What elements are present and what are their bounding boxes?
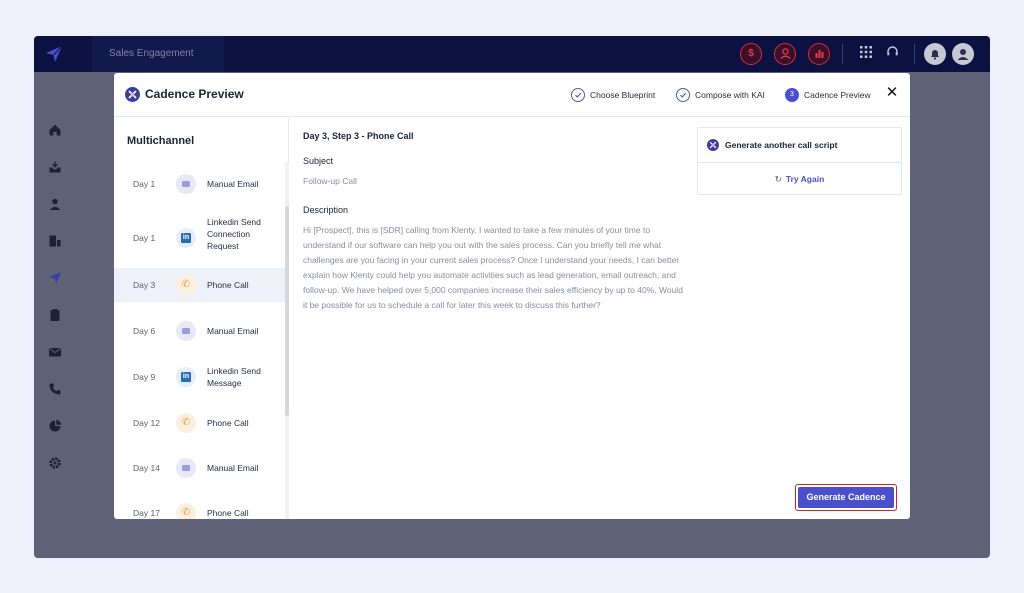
step-label: Compose with KAI [695,90,765,100]
inbox-icon[interactable] [48,160,62,174]
grid-icon[interactable] [856,44,876,64]
day-label: Day 17 [133,508,160,518]
phone-icon: ✆ [176,275,196,295]
company-icon[interactable] [48,234,62,248]
description-text: Hi [Prospect], this is [SDR] calling fro… [303,225,683,310]
step-label: Cadence Preview [804,90,871,100]
step-type-label: Phone Call [207,418,249,428]
send-icon[interactable] [48,271,62,285]
card-title: Generate another call script [725,140,838,150]
mail-icon [176,458,196,478]
step-type-label: Manual Email [207,179,259,189]
step-compose-with-kai[interactable]: Compose with KAI [676,87,765,103]
check-circle-icon [571,87,585,102]
step-number: 3 [785,87,799,102]
call-script-card: Generate another call script ↻ Try Again [697,127,902,195]
step-type-label: Linkedin Send Message [207,366,261,388]
phone-icon: ✆ [176,413,196,433]
list-item[interactable]: Day 6 Manual Email [114,314,285,348]
step-title: Day 3, Step 3 - Phone Call [303,131,414,141]
check-circle-icon [676,87,690,102]
step-type-label: Phone Call [207,280,249,290]
step-type-label: Phone Call [207,508,249,518]
kai-logo-icon [125,87,140,102]
divider [914,44,915,64]
avatar-icon[interactable] [952,43,974,65]
top-bar: Sales Engagement $ [34,36,990,72]
generate-cadence-button[interactable]: Generate Cadence [798,487,894,508]
dollar-icon[interactable]: $ [740,43,762,65]
task-icon[interactable] [48,308,62,322]
day-label: Day 1 [133,179,156,189]
report-icon[interactable] [48,419,62,433]
multichannel-panel: Multichannel Day 1 Manual Email Day 1 Li… [114,118,289,519]
list-item[interactable]: Day 1 Manual Email [114,164,285,204]
list-item[interactable]: Day 17 ✆ Phone Call [114,498,285,519]
step-choose-blueprint[interactable]: Choose Blueprint [571,87,655,103]
step-type-label: Manual Email [207,463,259,473]
list-item[interactable]: Day 12 ✆ Phone Call [114,406,285,440]
bell-icon[interactable] [924,43,946,65]
list-item[interactable]: Day 9 Linkedin Send Message [114,356,285,400]
list-item[interactable]: Day 1 Linkedin Send Connection Request [114,208,285,268]
subject-label: Subject [303,156,334,166]
app-logo-icon[interactable] [44,44,64,64]
list-item-active[interactable]: Day 3 ✆ Phone Call [114,268,285,302]
day-label: Day 1 [133,233,156,243]
mail-icon [176,174,196,194]
phone-icon: ✆ [176,503,196,519]
user-icon[interactable] [774,43,796,65]
description-label: Description [303,205,349,215]
scrollbar-thumb[interactable] [285,206,289,416]
panel-heading: Multichannel [127,135,195,147]
mail-icon[interactable] [48,345,62,359]
try-again-button[interactable]: ↻ Try Again [698,174,901,185]
home-icon[interactable] [48,123,62,137]
modal-title: Cadence Preview [145,87,244,101]
chart-icon[interactable] [808,43,830,65]
kai-logo-icon [707,139,719,151]
step-label: Choose Blueprint [590,90,656,100]
step-type-label: Linkedin Send Connection Request [207,217,261,251]
mail-icon [176,321,196,341]
headset-icon[interactable] [882,44,902,64]
settings-icon[interactable] [48,456,62,470]
try-again-label: Try Again [785,174,825,184]
day-label: Day 9 [133,372,156,382]
linkedin-icon [176,228,196,248]
app-tab-sales-engagement[interactable]: Sales Engagement [92,36,224,72]
refresh-icon: ↻ [774,174,782,184]
day-label: Day 14 [133,463,160,473]
day-label: Day 12 [133,418,160,428]
card-header: Generate another call script [698,128,901,163]
step-type-label: Manual Email [207,326,259,336]
day-label: Day 6 [133,326,156,336]
divider [842,44,843,64]
close-icon[interactable]: ✕ [884,85,900,101]
step-cadence-preview[interactable]: 3 Cadence Preview [785,87,871,103]
linkedin-icon [176,367,196,387]
cadence-preview-modal: Cadence Preview Choose Blueprint Compose… [114,73,910,519]
modal-header: Cadence Preview Choose Blueprint Compose… [114,73,910,117]
subject-value: Follow-up Call [303,176,357,186]
day-label: Day 3 [133,280,156,290]
sidebar [34,72,76,558]
phone-icon[interactable] [48,382,62,396]
list-item[interactable]: Day 14 Manual Email [114,452,285,486]
contact-icon[interactable] [48,197,62,211]
